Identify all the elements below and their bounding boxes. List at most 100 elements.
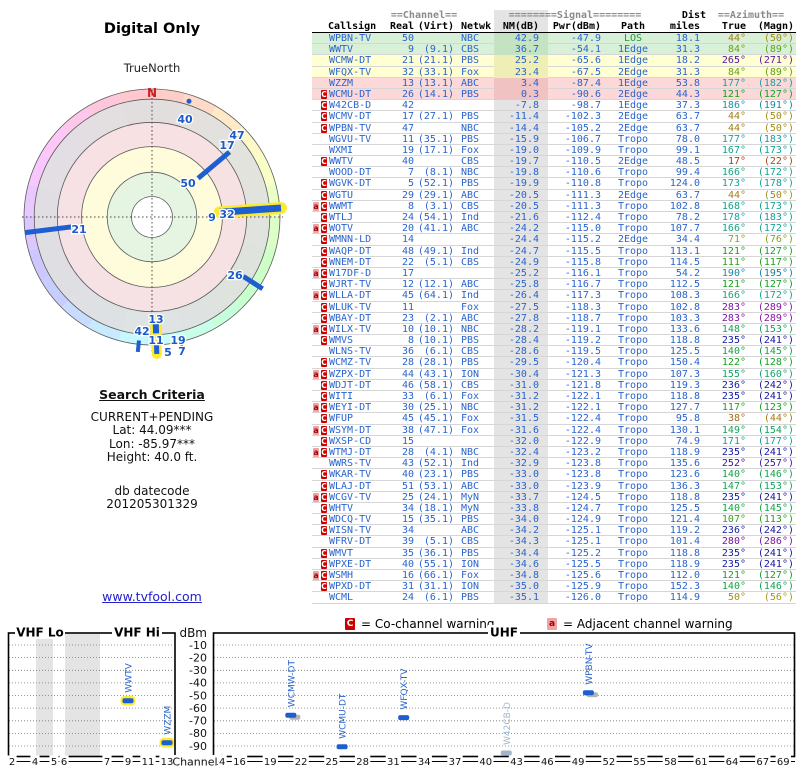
true-azimuth-cell: 173° — [721, 178, 746, 190]
noise-margin-cell: -24.9 — [508, 256, 539, 268]
channel-tick-label: 9 — [125, 757, 131, 768]
power-cell: -119.1 — [564, 323, 601, 335]
virtual-channel-cell: (18.1) — [417, 502, 454, 514]
callsign-cell: WKAR-TV — [329, 469, 372, 481]
adjacent-channel-warning-icon: a — [313, 403, 319, 413]
radar-orientation-label: TrueNorth — [123, 61, 181, 75]
magnetic-azimuth-cell: (50°) — [763, 33, 794, 44]
callsign-cell: WFQX-TV — [329, 66, 372, 78]
network-cell: Fox — [461, 570, 480, 581]
callsign-cell: WXSP-CD — [329, 435, 372, 447]
path-cell: Tropo — [617, 413, 649, 425]
noise-margin-cell: -20.5 — [508, 189, 539, 201]
co-channel-warning-icon: C — [321, 414, 327, 424]
adjacent-channel-warning-icon: a — [313, 291, 319, 301]
co-channel-warning-icon: C — [321, 257, 327, 267]
network-cell: PBS — [461, 133, 480, 145]
callsign-cell: WCMU-DT — [329, 88, 372, 100]
network-cell: Ind — [461, 212, 480, 223]
magnetic-azimuth-cell: (195°) — [757, 267, 794, 279]
co-channel-warning-icon: C — [321, 515, 327, 525]
signal-bar — [122, 698, 134, 704]
table-row: C WPBN-TV 47 NBC -14.4 -105.2 2Edge 63.7 44° (50°… — [312, 123, 796, 134]
true-azimuth-cell: 283° — [721, 301, 746, 313]
real-channel-cell: 38 — [401, 424, 414, 436]
power-cell: -123.8 — [564, 469, 601, 481]
true-azimuth-cell: 84° — [727, 44, 746, 56]
network-cell: NBC — [461, 402, 480, 414]
dbm-tick-label: -30 — [189, 664, 207, 677]
table-row: C WGTU 29 (29.1) ABC -20.5 -111.3 2Edge 63.7 44° (… — [312, 190, 796, 201]
noise-margin-cell: -33.8 — [508, 502, 539, 514]
true-azimuth-cell: 17° — [727, 156, 746, 168]
path-cell: Tropo — [617, 223, 649, 235]
true-azimuth-cell: 38° — [727, 413, 746, 425]
channel-tick-label: 11 — [142, 757, 155, 768]
path-cell: Tropo — [617, 547, 649, 559]
distance-cell: 119.3 — [669, 379, 700, 391]
virtual-channel-cell: (4.1) — [423, 446, 454, 458]
real-channel-cell: 28 — [401, 446, 414, 458]
callsign-cell: WWMT — [329, 200, 354, 212]
callsign-cell: WGVK-DT — [329, 178, 372, 190]
path-cell: Tropo — [617, 256, 649, 268]
callsign-cell: WLUK-TV — [329, 301, 372, 313]
network-cell: Ind — [461, 290, 480, 302]
group-dist: Dist — [681, 10, 706, 21]
true-azimuth-cell: 235° — [721, 558, 746, 570]
network-cell: Fox — [461, 391, 480, 402]
real-channel-cell: 8 — [407, 335, 414, 347]
magnetic-azimuth-cell: (241°) — [757, 446, 794, 458]
co-channel-warning-icon: C — [321, 392, 327, 401]
co-channel-warning-icon: C — [321, 403, 327, 413]
col-callsign: Callsign — [328, 21, 377, 32]
virtual-channel-cell: (29.1) — [417, 189, 454, 201]
signal-callsign-label: WCMW-DT — [287, 660, 297, 708]
adjacent-channel-warning-icon: a — [313, 571, 319, 580]
true-azimuth-cell: 235° — [721, 547, 746, 559]
warning-marker-cell: C — [320, 268, 328, 279]
table-row: a C WOTV 20 (41.1) ABC -24.2 -115.0 Tropo 107.7 16… — [312, 223, 796, 235]
warning-marker-cell: C — [320, 212, 328, 223]
power-cell: -118.3 — [564, 301, 601, 313]
virtual-channel-cell: (6.1) — [423, 592, 454, 604]
noise-margin-cell: -20.5 — [508, 200, 539, 212]
distance-cell: 136.3 — [669, 480, 700, 492]
co-channel-warning-icon: C — [321, 582, 327, 592]
true-azimuth-cell: 177° — [721, 133, 746, 145]
true-azimuth-cell: 121° — [721, 88, 746, 100]
co-channel-warning-icon: C — [321, 380, 327, 390]
callsign-cell: WWTV — [329, 44, 354, 56]
callsign-cell: WDCQ-TV — [329, 514, 372, 526]
co-channel-warning-icon: C — [321, 571, 327, 580]
network-cell: Fox — [461, 424, 480, 436]
callsign-cell: WPXD-DT — [329, 581, 372, 593]
network-cell: ABC — [461, 223, 480, 235]
path-cell: Tropo — [617, 312, 649, 324]
power-cell: -111.3 — [564, 189, 601, 201]
noise-margin-cell: -31.6 — [508, 424, 539, 436]
distance-cell: 102.8 — [669, 200, 700, 212]
true-azimuth-cell: 111° — [721, 256, 746, 268]
path-cell: Tropo — [617, 570, 649, 581]
real-channel-cell: 40 — [401, 469, 414, 481]
real-channel-cell: 13 — [401, 77, 414, 89]
band-section-label: UHF — [490, 626, 518, 640]
path-cell: Tropo — [617, 558, 649, 570]
magnetic-azimuth-cell: (127°) — [757, 279, 794, 291]
network-cell: PBS — [461, 357, 480, 369]
true-azimuth-cell: 44° — [727, 189, 746, 201]
real-channel-cell: 39 — [401, 536, 414, 548]
channel-tick-label: 7 — [104, 757, 110, 768]
warning-marker-cell: C — [320, 369, 328, 380]
tvfool-link[interactable]: www.tvfool.com — [0, 589, 304, 604]
virtual-channel-cell: (5.1) — [423, 536, 454, 548]
table-row: C WPXE-DT 40 (55.1) ION -34.6 -125.5 Tropo 118.9… — [312, 559, 796, 570]
real-channel-cell: 31 — [401, 581, 414, 593]
distance-cell: 18.1 — [675, 33, 700, 44]
table-row: WFRV-DT 39 (5.1) CBS -34.3 -125.1 Tropo 101.4 28… — [312, 536, 796, 548]
callsign-cell: WFUP — [329, 413, 354, 425]
channel-tick-label: 64 — [726, 757, 739, 768]
co-channel-warning-icon: C — [321, 447, 327, 457]
noise-margin-cell: -34.2 — [508, 525, 539, 537]
